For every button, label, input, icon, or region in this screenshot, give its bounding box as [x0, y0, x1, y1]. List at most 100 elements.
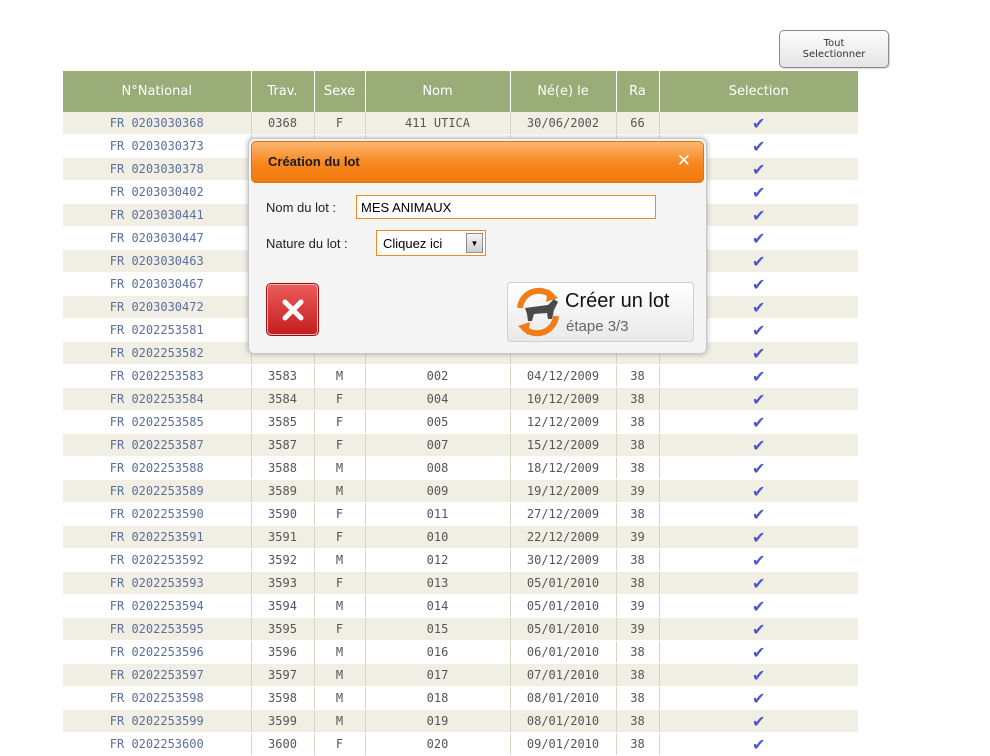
close-icon[interactable]: ✕	[677, 151, 691, 171]
cell-national-id[interactable]: FR 0202253584	[63, 387, 251, 411]
column-header-national-id[interactable]: N°National	[63, 71, 251, 112]
table-row[interactable]: FR 0202253600 3600 F 020 09/01/2010 38 ✔	[63, 732, 858, 756]
select-all-button[interactable]: Tout Selectionner	[779, 30, 889, 68]
dropdown-arrow-icon[interactable]: ▼	[466, 233, 483, 253]
table-row[interactable]: FR 0202253585 3585 F 005 12/12/2009 38 ✔	[63, 410, 858, 434]
cell-national-id[interactable]: FR 0202253590	[63, 502, 251, 526]
table-row[interactable]: FR 0202253590 3590 F 011 27/12/2009 38 ✔	[63, 502, 858, 526]
table-row[interactable]: FR 0202253596 3596 M 016 06/01/2010 38 ✔	[63, 640, 858, 664]
selection-checkmark-icon[interactable]: ✔	[658, 364, 858, 388]
cell-national-id[interactable]: FR 0203030447	[63, 226, 251, 250]
cell-ra: 66	[615, 112, 659, 135]
cell-national-id[interactable]: FR 0203030373	[63, 134, 251, 158]
lot-name-input[interactable]	[356, 195, 656, 219]
cell-national-id[interactable]: FR 0202253597	[63, 663, 251, 687]
table-row[interactable]: FR 0202253588 3588 M 008 18/12/2009 38 ✔	[63, 456, 858, 480]
create-lot-button[interactable]: Créer un lot étape 3/3	[507, 282, 694, 342]
cell-national-id[interactable]: FR 0202253599	[63, 709, 251, 733]
table-row[interactable]: FR 0202253595 3595 F 015 05/01/2010 39 ✔	[63, 617, 858, 641]
cell-national-id[interactable]: FR 0202253582	[63, 341, 251, 365]
column-header-birth-date[interactable]: Né(e) le	[509, 71, 616, 112]
cell-national-id[interactable]: FR 0203030463	[63, 249, 251, 273]
selection-checkmark-icon[interactable]: ✔	[658, 709, 858, 733]
cell-trav: 3589	[250, 479, 314, 503]
table-row[interactable]: FR 0202253587 3587 F 007 15/12/2009 38 ✔	[63, 433, 858, 457]
cell-national-id[interactable]: FR 0202253588	[63, 456, 251, 480]
cell-national-id[interactable]: FR 0203030472	[63, 295, 251, 319]
cell-national-id[interactable]: FR 0202253581	[63, 318, 251, 342]
selection-checkmark-icon[interactable]: ✔	[658, 571, 858, 595]
cell-sex: F	[313, 732, 365, 756]
cell-sex: M	[313, 640, 365, 664]
cell-national-id[interactable]: FR 0202253589	[63, 479, 251, 503]
cell-national-id[interactable]: FR 0202253587	[63, 433, 251, 457]
cell-trav: 3588	[250, 456, 314, 480]
cell-national-id[interactable]: FR 0202253593	[63, 571, 251, 595]
table-row[interactable]: FR 0202253594 3594 M 014 05/01/2010 39 ✔	[63, 594, 858, 618]
cell-birth-date: 05/01/2010	[509, 571, 616, 595]
selection-checkmark-icon[interactable]: ✔	[658, 640, 858, 664]
cell-sex: M	[313, 364, 365, 388]
selection-checkmark-icon[interactable]: ✔	[658, 686, 858, 710]
cell-birth-date: 04/12/2009	[509, 364, 616, 388]
selection-checkmark-icon[interactable]: ✔	[658, 479, 858, 503]
selection-checkmark-icon[interactable]: ✔	[658, 732, 858, 756]
cell-national-id[interactable]: FR 0202253592	[63, 548, 251, 572]
selection-checkmark-icon[interactable]: ✔	[658, 387, 858, 411]
selection-checkmark-icon[interactable]: ✔	[658, 617, 858, 641]
cell-national-id[interactable]: FR 0202253583	[63, 364, 251, 388]
column-header-selection[interactable]: Selection	[658, 71, 858, 112]
cell-ra: 39	[615, 525, 659, 549]
selection-checkmark-icon[interactable]: ✔	[658, 433, 858, 457]
cell-name: 012	[364, 548, 510, 572]
table-row[interactable]: FR 0202253584 3584 F 004 10/12/2009 38 ✔	[63, 387, 858, 411]
select-all-label-line1: Tout	[823, 38, 845, 49]
cell-birth-date: 15/12/2009	[509, 433, 616, 457]
cell-birth-date: 18/12/2009	[509, 456, 616, 480]
create-lot-step: étape 3/3	[566, 318, 629, 335]
table-row[interactable]: FR 0202253598 3598 M 018 08/01/2010 38 ✔	[63, 686, 858, 710]
cell-trav: 3595	[250, 617, 314, 641]
table-row[interactable]: FR 0202253592 3592 M 012 30/12/2009 38 ✔	[63, 548, 858, 572]
selection-checkmark-icon[interactable]: ✔	[658, 112, 858, 135]
selection-checkmark-icon[interactable]: ✔	[658, 410, 858, 434]
table-row[interactable]: FR 0202253591 3591 F 010 22/12/2009 39 ✔	[63, 525, 858, 549]
lot-nature-select[interactable]: Cliquez ici ▼	[376, 230, 486, 256]
cell-name: 005	[364, 410, 510, 434]
table-row[interactable]: FR 0202253593 3593 F 013 05/01/2010 38 ✔	[63, 571, 858, 595]
cell-name: 004	[364, 387, 510, 411]
table-row[interactable]: FR 0202253599 3599 M 019 08/01/2010 38 ✔	[63, 709, 858, 733]
cell-national-id[interactable]: FR 0202253594	[63, 594, 251, 618]
table-row[interactable]: FR 0203030368 0368 F 411 UTICA 30/06/2002 66 ✔	[63, 112, 858, 135]
cell-birth-date: 27/12/2009	[509, 502, 616, 526]
cell-name: 017	[364, 663, 510, 687]
column-header-sex[interactable]: Sexe	[313, 71, 365, 112]
cell-national-id[interactable]: FR 0203030368	[63, 112, 251, 135]
column-header-name[interactable]: Nom	[364, 71, 510, 112]
cell-national-id[interactable]: FR 0203030441	[63, 203, 251, 227]
cell-ra: 38	[615, 410, 659, 434]
cell-national-id[interactable]: FR 0202253598	[63, 686, 251, 710]
selection-checkmark-icon[interactable]: ✔	[658, 594, 858, 618]
cancel-button[interactable]	[266, 283, 319, 336]
cell-national-id[interactable]: FR 0202253595	[63, 617, 251, 641]
dialog-title: Création du lot	[268, 154, 360, 169]
column-header-trav[interactable]: Trav.	[250, 71, 314, 112]
table-row[interactable]: FR 0202253589 3589 M 009 19/12/2009 39 ✔	[63, 479, 858, 503]
cell-national-id[interactable]: FR 0202253591	[63, 525, 251, 549]
table-row[interactable]: FR 0202253583 3583 M 002 04/12/2009 38 ✔	[63, 364, 858, 388]
selection-checkmark-icon[interactable]: ✔	[658, 525, 858, 549]
cell-national-id[interactable]: FR 0202253585	[63, 410, 251, 434]
cell-national-id[interactable]: FR 0203030402	[63, 180, 251, 204]
cell-national-id[interactable]: FR 0202253596	[63, 640, 251, 664]
selection-checkmark-icon[interactable]: ✔	[658, 548, 858, 572]
cell-national-id[interactable]: FR 0202253600	[63, 732, 251, 756]
cell-national-id[interactable]: FR 0203030378	[63, 157, 251, 181]
cell-name: 007	[364, 433, 510, 457]
selection-checkmark-icon[interactable]: ✔	[658, 502, 858, 526]
cell-national-id[interactable]: FR 0203030467	[63, 272, 251, 296]
selection-checkmark-icon[interactable]: ✔	[658, 663, 858, 687]
selection-checkmark-icon[interactable]: ✔	[658, 456, 858, 480]
column-header-ra[interactable]: Ra	[615, 71, 659, 112]
table-row[interactable]: FR 0202253597 3597 M 017 07/01/2010 38 ✔	[63, 663, 858, 687]
